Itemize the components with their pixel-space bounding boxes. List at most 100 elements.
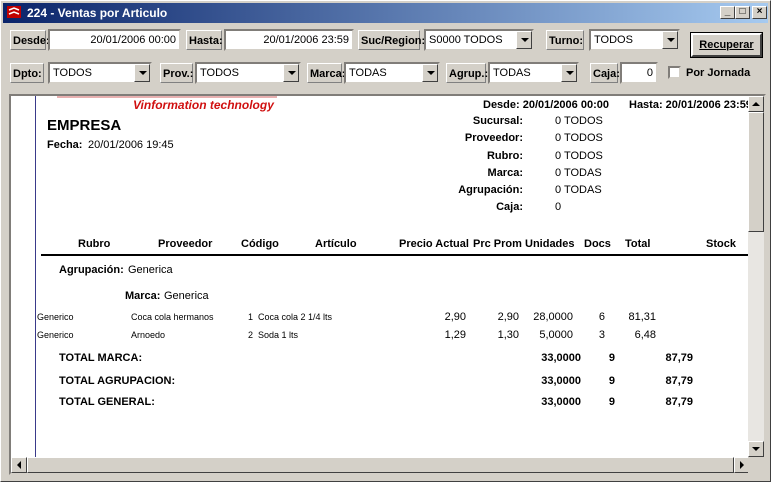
- report-viewer[interactable]: Vinformation technology EMPRESA Fecha: 2…: [9, 94, 766, 475]
- title-bar[interactable]: 224 - Ventas por Articulo _ □ ×: [3, 3, 768, 23]
- col-header: Total: [625, 238, 651, 250]
- recuperar-button[interactable]: Recuperar: [690, 32, 763, 58]
- marca-value: TODAS: [349, 67, 387, 79]
- param-value: 0: [555, 201, 562, 213]
- param-value: 0 TODOS: [555, 150, 603, 162]
- minimize-icon: _: [724, 6, 731, 17]
- suc-region-select[interactable]: S0000 TODOS: [424, 29, 534, 51]
- marca-group-label: Marca:: [125, 290, 161, 302]
- col-header: Proveedor: [158, 238, 213, 250]
- scroll-up-button[interactable]: [748, 96, 764, 112]
- chevron-down-icon[interactable]: [134, 64, 150, 82]
- total-unidades: 33,0000: [541, 375, 581, 387]
- header-rule: [41, 254, 749, 256]
- horizontal-scroll-thumb[interactable]: [27, 457, 734, 473]
- total-docs: 9: [608, 352, 615, 364]
- col-header: Código: [241, 238, 279, 250]
- cell-prom: 1,30: [497, 329, 519, 341]
- cell-precio: 1,29: [444, 329, 466, 341]
- param-value: 0 TODOS: [555, 115, 603, 127]
- caja-field[interactable]: 0: [620, 62, 658, 84]
- prov-label: Prov.:: [160, 63, 193, 83]
- por-jornada-checkbox[interactable]: [668, 66, 681, 79]
- window-title: 224 - Ventas por Articulo: [27, 6, 168, 20]
- col-header: Docs: [584, 238, 611, 250]
- col-header: Rubro: [78, 238, 111, 250]
- total-docs: 9: [608, 375, 615, 387]
- prov-select[interactable]: TODOS: [195, 62, 301, 84]
- close-button[interactable]: ×: [752, 6, 767, 19]
- total-unidades: 33,0000: [541, 396, 581, 408]
- chevron-down-icon[interactable]: [283, 64, 299, 82]
- cell-precio: 2,90: [444, 311, 466, 323]
- arrow-right-icon: [740, 461, 744, 469]
- agrupacion-value: Generica: [128, 264, 173, 276]
- chevron-down-icon[interactable]: [516, 31, 532, 49]
- turno-label: Turno:: [546, 30, 584, 50]
- cell-total: 6,48: [634, 329, 656, 341]
- hasta-label: Hasta:: [186, 30, 223, 50]
- maximize-icon: □: [739, 6, 746, 17]
- cell-unidades: 5,0000: [539, 329, 573, 341]
- maximize-button[interactable]: □: [735, 6, 750, 19]
- desde-field[interactable]: 20/01/2006 00:00: [48, 29, 181, 51]
- param-label: Sucursal:: [472, 115, 523, 127]
- dpto-label: Dpto:: [10, 63, 44, 83]
- arrow-left-icon: [17, 461, 21, 469]
- chevron-down-icon[interactable]: [561, 64, 577, 82]
- param-label: Caja:: [496, 201, 523, 213]
- vertical-scroll-thumb[interactable]: [748, 112, 764, 232]
- turno-value: TODOS: [594, 34, 633, 46]
- app-window: 224 - Ventas por Articulo _ □ × Desde: 2…: [0, 0, 771, 482]
- dpto-select[interactable]: TODOS: [48, 62, 152, 84]
- scroll-corner: [748, 457, 764, 473]
- marca-label: Marca:: [307, 63, 345, 83]
- col-header: Unidades: [525, 238, 575, 250]
- minimize-button[interactable]: _: [720, 6, 735, 19]
- col-header: Artículo: [315, 238, 357, 250]
- total-amount: 87,79: [665, 396, 693, 408]
- cell-proveedor: Arnoedo: [131, 330, 166, 340]
- chevron-down-icon[interactable]: [662, 31, 678, 49]
- scroll-down-button[interactable]: [748, 441, 764, 457]
- cell-codigo: 1: [248, 312, 254, 322]
- cell-prom: 2,90: [497, 311, 519, 323]
- total-docs: 9: [608, 396, 615, 408]
- col-header: Precio Actual: [399, 238, 469, 250]
- param-label: Agrupación:: [458, 184, 523, 196]
- agrup-label: Agrup.:: [446, 63, 488, 83]
- param-label: Rubro:: [486, 150, 523, 162]
- cell-codigo: 2: [248, 330, 254, 340]
- app-icon: [7, 6, 21, 18]
- horizontal-scrollbar[interactable]: [11, 457, 750, 473]
- cell-docs: 6: [598, 311, 605, 323]
- turno-select[interactable]: TODOS: [589, 29, 680, 51]
- arrow-up-icon: [752, 102, 760, 106]
- param-value: 0 TODAS: [555, 167, 602, 179]
- fecha-label: Fecha:: [47, 139, 83, 151]
- desde-label: Desde:: [10, 30, 50, 50]
- scroll-left-button[interactable]: [11, 457, 27, 473]
- marca-group-value: Generica: [164, 290, 209, 302]
- cell-proveedor: Coca cola hermanos: [131, 312, 214, 322]
- agrup-select[interactable]: TODAS: [488, 62, 579, 84]
- total-label: TOTAL GENERAL:: [59, 396, 155, 408]
- param-label: Proveedor:: [464, 132, 523, 144]
- marca-select[interactable]: TODAS: [344, 62, 440, 84]
- agrup-value: TODAS: [493, 67, 531, 79]
- chevron-down-icon[interactable]: [422, 64, 438, 82]
- total-label: TOTAL AGRUPACION:: [59, 375, 176, 387]
- total-amount: 87,79: [665, 375, 693, 387]
- hasta-field[interactable]: 20/01/2006 23:59: [224, 29, 354, 51]
- cell-articulo: Soda 1 lts: [258, 330, 299, 340]
- caja-label: Caja:: [590, 63, 620, 83]
- report-hasta: Hasta: 20/01/2006 23:59: [629, 99, 752, 111]
- arrow-down-icon: [752, 447, 760, 451]
- cell-unidades: 28,0000: [533, 311, 573, 323]
- fecha-value: 20/01/2006 19:45: [88, 139, 174, 151]
- dpto-value: TODOS: [53, 67, 92, 79]
- col-header: Stock: [706, 238, 736, 250]
- close-icon: ×: [756, 6, 763, 17]
- vertical-scrollbar[interactable]: [748, 96, 764, 457]
- por-jornada-label: Por Jornada: [686, 67, 751, 79]
